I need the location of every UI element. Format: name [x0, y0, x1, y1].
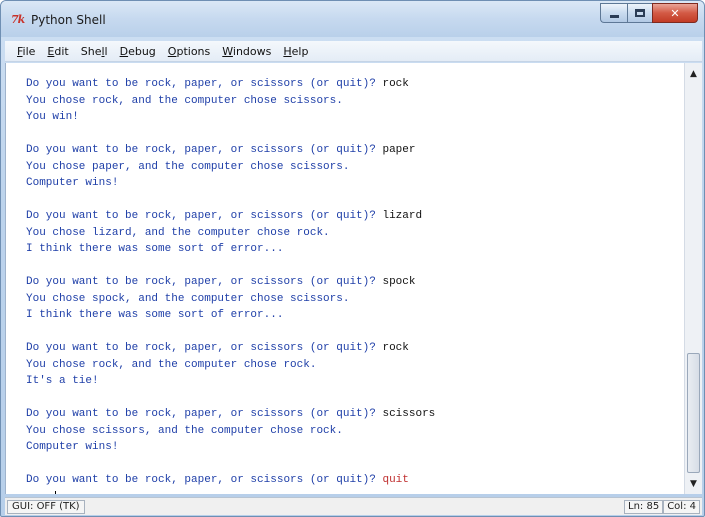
transcript-line: You win! [26, 111, 79, 123]
gui-status: GUI: OFF (TK) [7, 500, 85, 514]
transcript-line: Computer wins! [26, 177, 119, 189]
menu-help-label: elp [291, 44, 309, 58]
tk-icon: 7k [11, 13, 25, 26]
text-cursor [55, 490, 57, 494]
transcript-line: You chose spock, and the computer chose … [26, 292, 350, 305]
transcript-line: I think there was some sort of error... [26, 309, 284, 321]
status-bar: GUI: OFF (TK) Ln: 85 Col: 4 [5, 497, 702, 515]
menu-debug-mnemonic: D [119, 44, 129, 58]
transcript-line: Do you want to be rock, paper, or scisso… [26, 144, 435, 161]
column-number: Col: 4 [663, 500, 700, 514]
question-text: Do you want to be rock, paper, or scisso… [26, 474, 383, 486]
menu-options-label: ptions [176, 44, 211, 58]
question-text: Do you want to be rock, paper, or scisso… [26, 276, 383, 288]
menu-debug[interactable]: Debug [114, 43, 162, 60]
menu-edit[interactable]: Edit [41, 43, 74, 60]
transcript-line: Do you want to be rock, paper, or scisso… [26, 276, 435, 293]
shell-text-area[interactable]: Do you want to be rock, paper, or scisso… [5, 63, 684, 494]
scroll-down-icon: ▼ [690, 478, 697, 489]
menu-help-mnemonic: H [283, 44, 292, 58]
transcript-line: You chose lizard, and the computer chose… [26, 226, 330, 239]
title-bar[interactable]: 7k Python Shell ✕ [1, 1, 704, 37]
transcript-line: Do you want to be rock, paper, or scisso… [26, 408, 435, 425]
question-text: Do you want to be rock, paper, or scisso… [26, 210, 383, 222]
python-shell-window: 7k Python Shell ✕ File Edit Shell Debug … [0, 0, 705, 517]
close-button[interactable]: ✕ [652, 3, 698, 23]
user-input: spock [382, 276, 416, 288]
minimize-button[interactable] [600, 3, 627, 23]
menu-shell-label: l [104, 44, 108, 58]
transcript-line: Do you want to be rock, paper, or scisso… [26, 78, 435, 95]
transcript-line: It's a tie! [26, 375, 99, 387]
menu-edit-label: dit [54, 44, 69, 58]
menu-windows[interactable]: Windows [216, 43, 277, 60]
close-icon: ✕ [670, 6, 680, 20]
maximize-icon [635, 9, 645, 17]
user-input: lizard [382, 210, 423, 222]
menu-windows-label: indows [232, 44, 272, 58]
question-text: Do you want to be rock, paper, or scisso… [26, 78, 383, 90]
question-text: Do you want to be rock, paper, or scisso… [26, 408, 383, 420]
menu-options[interactable]: Options [162, 43, 216, 60]
transcript-line: You chose rock, and the computer chose r… [26, 358, 317, 371]
transcript-line: I think there was some sort of error... [26, 243, 284, 255]
shell-transcript: Do you want to be rock, paper, or scisso… [26, 78, 435, 494]
user-input: rock [382, 342, 409, 354]
maximize-button[interactable] [627, 3, 652, 23]
cursor-position: Ln: 85 Col: 4 [624, 500, 700, 514]
user-input: quit [382, 474, 409, 486]
menu-help[interactable]: Help [277, 43, 314, 60]
scroll-down-button[interactable]: ▼ [685, 475, 702, 492]
shell-prompt-line[interactable]: >>> [26, 490, 435, 495]
vertical-scrollbar[interactable]: ▲ ▼ [684, 63, 702, 494]
transcript-line: Do you want to be rock, paper, or scisso… [26, 474, 435, 491]
user-input: paper [382, 144, 416, 156]
user-input: rock [382, 78, 409, 90]
transcript-line: Do you want to be rock, paper, or scisso… [26, 210, 435, 227]
scroll-up-icon: ▲ [690, 68, 697, 79]
question-text: Do you want to be rock, paper, or scisso… [26, 144, 383, 156]
window-title: Python Shell [31, 13, 106, 27]
shell-prompt: >>> [26, 494, 52, 495]
minimize-icon [609, 15, 619, 18]
menu-shell-prefix: She [80, 44, 102, 58]
transcript-line: Do you want to be rock, paper, or scisso… [26, 342, 435, 359]
user-input: scissors [382, 408, 436, 420]
menu-debug-label: ebug [128, 44, 156, 58]
menu-file[interactable]: File [11, 43, 41, 60]
scroll-thumb[interactable] [687, 353, 700, 473]
transcript-line: You chose paper, and the computer chose … [26, 160, 350, 173]
line-number: Ln: 85 [624, 500, 664, 514]
transcript-line: You chose rock, and the computer chose s… [26, 94, 343, 107]
transcript-line: You chose scissors, and the computer cho… [26, 424, 343, 437]
caption-buttons: ✕ [600, 3, 698, 23]
menu-bar: File Edit Shell Debug Options Windows He… [5, 41, 702, 62]
scroll-up-button[interactable]: ▲ [685, 65, 702, 82]
transcript-line: Computer wins! [26, 441, 119, 453]
menu-file-label: ile [22, 44, 36, 58]
question-text: Do you want to be rock, paper, or scisso… [26, 342, 383, 354]
menu-windows-mnemonic: W [222, 44, 233, 58]
menu-shell[interactable]: Shell [75, 43, 114, 60]
